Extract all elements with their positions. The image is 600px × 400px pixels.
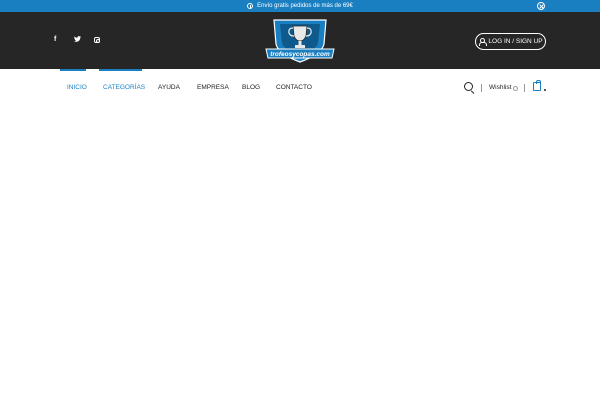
page-content	[0, 107, 600, 400]
user-icon	[478, 38, 487, 46]
promo-text: Envío gratis pedidos de más de 69€	[257, 3, 353, 9]
promo-content: Envío gratis pedidos de más de 69€	[247, 0, 353, 12]
divider	[524, 84, 525, 92]
login-label: LOG IN / SIGN UP	[488, 38, 543, 45]
site-header: f trofeosycopas.com LOG IN / SIGN UP	[0, 12, 600, 69]
nav-item-blog[interactable]: BLOG	[242, 84, 260, 91]
main-nav: INICIO CATEGORÍAS AYUDA EMPRESA BLOG CON…	[0, 69, 600, 107]
shopping-bag-icon[interactable]	[533, 80, 541, 91]
promo-bar: Envío gratis pedidos de más de 69€	[0, 0, 600, 12]
nav-item-inicio[interactable]: INICIO	[67, 84, 87, 91]
wishlist-link[interactable]: Wishlist	[489, 84, 511, 91]
nav-item-contacto[interactable]: CONTACTO	[276, 84, 312, 91]
instagram-icon[interactable]	[94, 37, 100, 43]
site-logo[interactable]: trofeosycopas.com	[264, 18, 336, 65]
login-signup-button[interactable]: LOG IN / SIGN UP	[475, 33, 546, 50]
divider	[481, 84, 482, 92]
close-icon[interactable]	[537, 2, 545, 10]
search-icon[interactable]	[464, 82, 473, 91]
logo-text: trofeosycopas.com	[270, 51, 330, 58]
facebook-icon[interactable]: f	[54, 36, 56, 44]
nav-item-ayuda[interactable]: AYUDA	[158, 84, 180, 91]
cart-count-indicator	[544, 89, 546, 91]
twitter-icon[interactable]	[74, 36, 81, 45]
nav-item-categorias[interactable]: CATEGORÍAS	[103, 84, 145, 91]
nav-item-empresa[interactable]: EMPRESA	[197, 84, 229, 91]
nav-active-indicator-inicio	[60, 69, 86, 71]
nav-active-indicator-categorias	[99, 69, 142, 71]
wishlist-count-icon	[513, 86, 518, 91]
info-icon	[247, 3, 254, 9]
